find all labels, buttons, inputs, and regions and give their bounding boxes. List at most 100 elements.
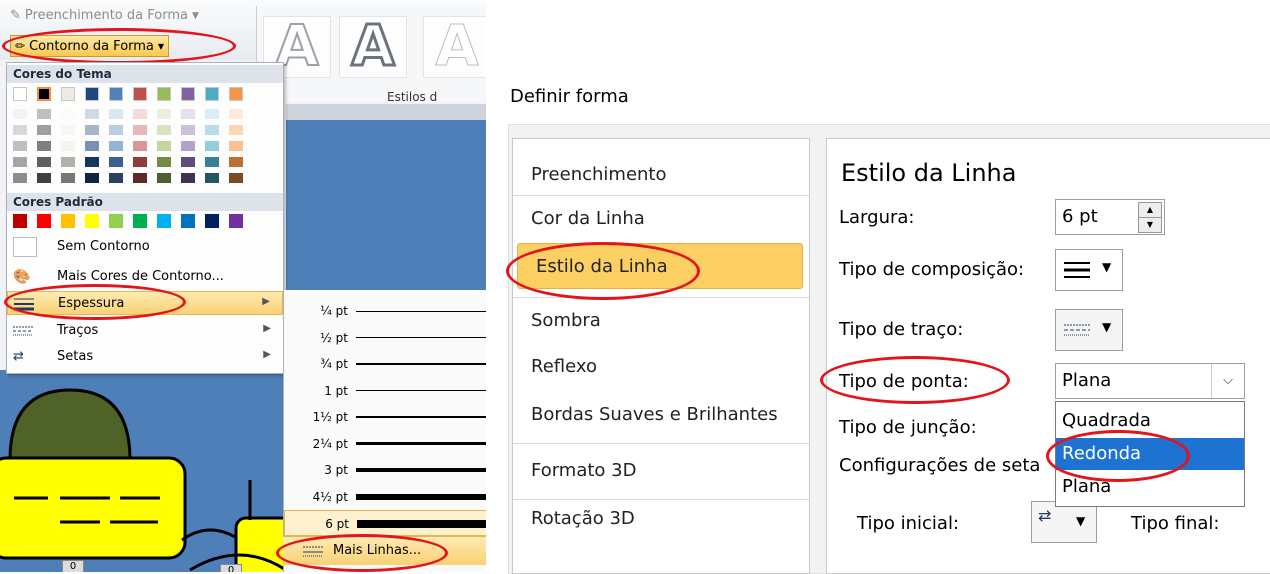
standard-color-swatch[interactable]	[109, 214, 123, 228]
arrows-item[interactable]: ⇄ Setas ▶	[7, 345, 283, 369]
spin-down-icon[interactable]: ▼	[1138, 217, 1162, 233]
theme-color-shade[interactable]	[109, 157, 123, 167]
theme-color-shade[interactable]	[85, 109, 99, 119]
theme-color-shade[interactable]	[37, 109, 51, 119]
theme-color-shade[interactable]	[157, 141, 171, 151]
standard-color-swatch[interactable]	[85, 214, 99, 228]
weight-option[interactable]: 1 pt	[284, 378, 486, 404]
theme-color-swatch[interactable]	[85, 87, 99, 101]
nav-3d-format[interactable]: Formato 3D	[513, 451, 809, 491]
theme-color-shade[interactable]	[181, 157, 195, 167]
spin-up-icon[interactable]: ▲	[1138, 202, 1162, 218]
theme-color-shade[interactable]	[181, 109, 195, 119]
shape-fill-button[interactable]: ✎ Preenchimento da Forma ▼	[10, 8, 199, 23]
theme-color-shade[interactable]	[85, 157, 99, 167]
wordart-style-3[interactable]: A	[423, 16, 486, 78]
theme-color-shade[interactable]	[109, 141, 123, 151]
theme-color-swatch[interactable]	[181, 87, 195, 101]
theme-color-shade[interactable]	[205, 157, 219, 167]
theme-color-shade[interactable]	[37, 173, 51, 183]
theme-color-shade[interactable]	[133, 125, 147, 135]
weight-option[interactable]: 1½ pt	[284, 404, 486, 430]
theme-color-swatch[interactable]	[109, 87, 123, 101]
theme-color-shade[interactable]	[85, 141, 99, 151]
theme-color-shade[interactable]	[61, 173, 75, 183]
theme-color-shade[interactable]	[229, 157, 243, 167]
theme-color-shade[interactable]	[205, 125, 219, 135]
more-outline-colors-item[interactable]: 🎨 Mais Cores de Contorno...	[7, 265, 283, 289]
width-spinner[interactable]: 6 pt ▲ ▼	[1055, 199, 1165, 235]
theme-color-shade[interactable]	[205, 109, 219, 119]
theme-color-swatch[interactable]	[205, 87, 219, 101]
weight-option[interactable]: 3 pt	[284, 457, 486, 483]
standard-color-swatch[interactable]	[229, 214, 243, 228]
theme-color-shade[interactable]	[181, 141, 195, 151]
standard-color-swatch[interactable]	[157, 214, 171, 228]
theme-color-swatch[interactable]	[13, 87, 27, 101]
theme-color-swatch[interactable]	[229, 87, 243, 101]
theme-color-swatch[interactable]	[61, 87, 75, 101]
cap-type-dropdown[interactable]: Plana ⌵	[1055, 363, 1245, 399]
theme-color-swatch[interactable]	[157, 87, 171, 101]
theme-color-shade[interactable]	[229, 109, 243, 119]
theme-color-shade[interactable]	[109, 109, 123, 119]
theme-color-shade[interactable]	[61, 141, 75, 151]
theme-color-shade[interactable]	[133, 141, 147, 151]
theme-color-swatch[interactable]	[37, 87, 51, 101]
theme-color-shade[interactable]	[229, 173, 243, 183]
theme-color-shade[interactable]	[109, 125, 123, 135]
theme-color-shade[interactable]	[133, 109, 147, 119]
standard-color-swatch[interactable]	[181, 214, 195, 228]
theme-color-shade[interactable]	[229, 141, 243, 151]
standard-color-swatch[interactable]	[61, 214, 75, 228]
no-outline-item[interactable]: Sem Contorno	[7, 235, 283, 259]
theme-color-shade[interactable]	[205, 141, 219, 151]
theme-color-shade[interactable]	[157, 157, 171, 167]
standard-color-swatch[interactable]	[205, 214, 219, 228]
theme-color-shade[interactable]	[181, 125, 195, 135]
standard-color-swatch[interactable]	[133, 214, 147, 228]
wordart-style-2[interactable]: A	[339, 15, 407, 78]
theme-color-shade[interactable]	[229, 125, 243, 135]
nav-line-color[interactable]: Cor da Linha	[513, 199, 809, 239]
theme-color-shade[interactable]	[13, 125, 27, 135]
nav-glow-soft-edges[interactable]: Bordas Suaves e Brilhantes	[513, 395, 809, 435]
theme-color-shade[interactable]	[85, 173, 99, 183]
theme-color-shade[interactable]	[61, 109, 75, 119]
compound-type-dropdown[interactable]: ▼	[1055, 249, 1123, 291]
theme-color-shade[interactable]	[13, 173, 27, 183]
theme-color-shade[interactable]	[37, 125, 51, 135]
theme-color-shade[interactable]	[13, 157, 27, 167]
theme-color-shade[interactable]	[157, 109, 171, 119]
theme-color-shade[interactable]	[157, 173, 171, 183]
theme-color-swatch[interactable]	[133, 87, 147, 101]
standard-color-swatch[interactable]	[37, 214, 51, 228]
weight-option[interactable]: 2¼ pt	[284, 431, 486, 457]
theme-color-shade[interactable]	[13, 109, 27, 119]
theme-color-shade[interactable]	[13, 141, 27, 151]
nav-shadow[interactable]: Sombra	[513, 301, 809, 341]
nav-reflection[interactable]: Reflexo	[513, 347, 809, 387]
standard-color-swatch[interactable]	[13, 214, 27, 228]
theme-color-shade[interactable]	[109, 173, 123, 183]
theme-color-shade[interactable]	[157, 125, 171, 135]
theme-color-shade[interactable]	[37, 141, 51, 151]
theme-color-shade[interactable]	[61, 125, 75, 135]
weight-option[interactable]: 6 pt	[284, 510, 486, 536]
weight-option[interactable]: ¼ pt	[284, 298, 486, 324]
nav-fill[interactable]: Preenchimento	[513, 155, 809, 195]
theme-color-shade[interactable]	[205, 173, 219, 183]
theme-color-shade[interactable]	[133, 173, 147, 183]
theme-color-shade[interactable]	[133, 157, 147, 167]
nav-3d-rotation[interactable]: Rotação 3D	[513, 499, 809, 539]
theme-color-shade[interactable]	[181, 173, 195, 183]
theme-color-shade[interactable]	[61, 157, 75, 167]
cap-option-square[interactable]: Quadrada	[1056, 406, 1244, 436]
theme-color-shade[interactable]	[85, 125, 99, 135]
weight-option[interactable]: ¾ pt	[284, 351, 486, 377]
dash-type-dropdown[interactable]: ▼	[1055, 309, 1123, 351]
weight-option[interactable]: 4½ pt	[284, 484, 486, 510]
weight-option[interactable]: ½ pt	[284, 325, 486, 351]
begin-type-dropdown[interactable]: ⇄ ▼	[1031, 501, 1097, 543]
dashes-item[interactable]: Traços ▶	[7, 319, 283, 343]
